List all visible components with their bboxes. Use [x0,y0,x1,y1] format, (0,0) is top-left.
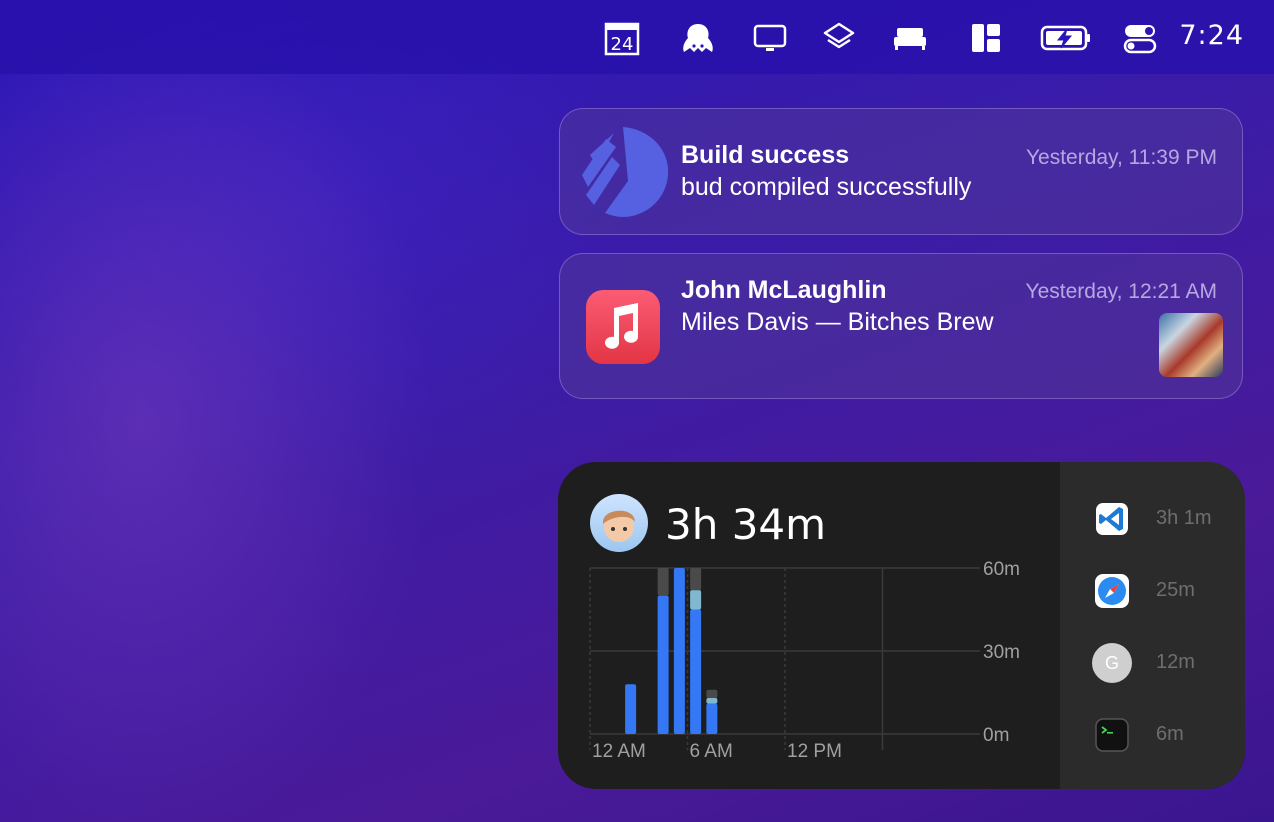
x-tick-label: 6 AM [690,741,733,762]
g-icon: G [1092,643,1132,683]
bed-icon[interactable] [892,20,928,56]
bar-other [690,568,702,591]
app-time: 12m [1156,651,1195,673]
notification-build[interactable]: Build success bud compiled successfully … [559,108,1243,235]
layers-icon[interactable] [821,20,857,56]
y-tick-label: 0m [983,725,1009,746]
bar-other [657,568,669,596]
app-time: 3h 1m [1156,507,1212,529]
bar-main [657,595,669,734]
g-icon-letter: G [1104,653,1119,673]
music-icon [586,290,660,364]
menu-bar: 24 7:24 [0,0,1274,74]
notification-time: Yesterday, 11:39 PM [1025,146,1217,169]
app-row[interactable]: 25m [1092,571,1242,611]
bar-main [673,568,685,734]
notification-music[interactable]: John McLaughlin Miles Davis — Bitches Br… [559,253,1243,399]
terminal-icon [1092,715,1132,755]
notification-body: Miles Davis — Bitches Brew [681,308,994,336]
y-tick-label: 30m [983,642,1020,663]
app-time: 25m [1156,579,1195,601]
bar-main [690,609,702,734]
screen-time-widget[interactable]: 3h 34m 60m 30m 0m 12 AM 6 AM 12 PM 3h 1m 25m … [558,462,1245,789]
display-icon[interactable] [752,20,788,56]
calendar-day: 24 [611,34,634,55]
layout-icon[interactable] [968,20,1004,56]
bud-logo-icon [576,125,670,219]
app-row[interactable]: 3h 1m [1092,499,1242,539]
octopus-icon[interactable] [680,20,716,56]
safari-icon [1092,571,1132,611]
y-tick-label: 60m [983,559,1020,580]
notification-time: Yesterday, 12:21 AM [1025,280,1217,303]
x-tick-label: 12 AM [592,741,646,762]
notification-title: John McLaughlin [681,276,887,304]
notification-body: bud compiled successfully [681,173,972,201]
usage-chart: 60m 30m 0m 12 AM 6 AM 12 PM [589,559,1020,762]
bar-main [625,684,637,734]
bar-secondary [690,590,702,610]
app-row[interactable]: 6m [1092,715,1242,755]
bar-secondary [706,698,718,704]
bar-other [706,689,718,699]
album-art [1159,313,1223,377]
clock[interactable]: 7:24 [1179,20,1244,51]
vscode-icon [1092,499,1132,539]
notification-title: Build success [681,141,850,169]
battery-charging-icon[interactable] [1040,20,1092,56]
app-time: 6m [1156,723,1184,745]
control-center-icon[interactable] [1122,20,1158,56]
bar-main [706,703,718,734]
app-list: 3h 1m 25m G 12m 6m [1060,462,1245,789]
x-tick-label: 12 PM [787,741,842,762]
calendar-icon[interactable]: 24 [604,20,640,56]
app-row[interactable]: G 12m [1092,643,1242,683]
